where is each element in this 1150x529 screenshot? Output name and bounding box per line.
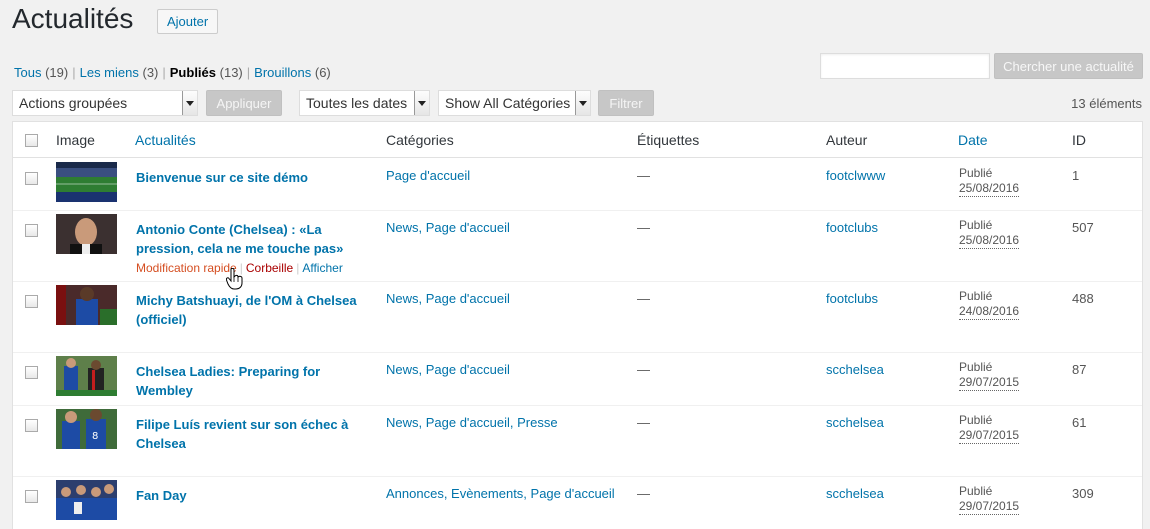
view-link[interactable]: Afficher	[302, 261, 342, 275]
date-cell: Publié 24/08/2016	[959, 289, 1020, 320]
column-date[interactable]: Date	[958, 132, 988, 148]
date-cell: Publié 29/07/2015	[959, 360, 1020, 391]
page-title: Actualités	[12, 3, 134, 34]
categories-select[interactable]: Show All Catégories	[438, 90, 591, 116]
categories-link[interactable]: Annonces, Evènements, Page d'accueil	[386, 486, 615, 501]
filter-all[interactable]: Tous (19)	[14, 65, 68, 80]
trash-link[interactable]: Corbeille	[246, 261, 293, 275]
categories-link[interactable]: News, Page d'accueil	[386, 291, 510, 306]
column-categories: Catégories	[386, 132, 454, 148]
author-link[interactable]: scchelsea	[826, 415, 884, 430]
categories-link[interactable]: Page d'accueil	[386, 168, 470, 183]
table-header: Image Actualités Catégories Étiquettes A…	[13, 122, 1142, 158]
hand-cursor-icon	[226, 268, 243, 290]
fan-day-thumbnail[interactable]	[56, 480, 117, 520]
news-table: Image Actualités Catégories Étiquettes A…	[12, 121, 1143, 529]
tags-value: —	[637, 220, 650, 235]
column-author: Auteur	[826, 132, 868, 148]
table-row: 8 Filipe Luís revient sur son échec à Ch…	[13, 406, 1142, 477]
news-title-link[interactable]: Filipe Luís revient sur son échec à Chel…	[136, 415, 376, 453]
author-link[interactable]: footclwww	[826, 168, 885, 183]
tags-value: —	[637, 486, 650, 501]
filter-drafts[interactable]: Brouillons (6)	[254, 65, 331, 80]
id-value: 507	[1072, 220, 1094, 235]
items-count: 13 éléments	[1071, 96, 1142, 111]
filipe-luis-thumbnail[interactable]: 8	[56, 409, 117, 449]
chevron-down-icon	[414, 91, 429, 115]
search-button[interactable]: Chercher une actualité	[994, 53, 1143, 79]
table-row: Fan Day Annonces, Evènements, Page d'acc…	[13, 477, 1142, 529]
apply-button[interactable]: Appliquer	[206, 90, 282, 116]
row-checkbox[interactable]	[25, 419, 38, 432]
filter-button[interactable]: Filtrer	[598, 90, 654, 116]
author-link[interactable]: scchelsea	[826, 486, 884, 501]
author-link[interactable]: footclubs	[826, 220, 878, 235]
tags-value: —	[637, 415, 650, 430]
column-tags: Étiquettes	[637, 132, 700, 148]
tags-value: —	[637, 362, 650, 377]
column-title[interactable]: Actualités	[135, 132, 196, 148]
stadium-thumbnail[interactable]	[56, 162, 117, 202]
table-row: Antonio Conte (Chelsea) : «La pression, …	[13, 211, 1142, 282]
id-value: 309	[1072, 486, 1094, 501]
news-title-link[interactable]: Fan Day	[136, 486, 376, 505]
column-image: Image	[56, 132, 95, 148]
id-value: 488	[1072, 291, 1094, 306]
add-news-button[interactable]: Ajouter	[157, 9, 219, 34]
row-checkbox[interactable]	[25, 224, 38, 237]
categories-link[interactable]: News, Page d'accueil	[386, 362, 510, 377]
chevron-down-icon	[182, 91, 197, 115]
chevron-down-icon	[575, 91, 590, 115]
date-cell: Publié 25/08/2016	[959, 218, 1020, 249]
news-title-link[interactable]: Michy Batshuayi, de l'OM à Chelsea (offi…	[136, 291, 376, 329]
svg-text:8: 8	[92, 431, 98, 442]
conte-thumbnail[interactable]	[56, 214, 117, 254]
id-value: 61	[1072, 415, 1087, 430]
id-value: 1	[1072, 168, 1080, 183]
categories-link[interactable]: News, Page d'accueil	[386, 220, 510, 235]
date-cell: Publié 29/07/2015	[959, 484, 1020, 515]
table-row: Michy Batshuayi, de l'OM à Chelsea (offi…	[13, 282, 1142, 353]
id-value: 87	[1072, 362, 1087, 377]
news-title-link[interactable]: Antonio Conte (Chelsea) : «La pression, …	[136, 220, 376, 258]
row-checkbox[interactable]	[25, 295, 38, 308]
search-input[interactable]	[820, 53, 990, 79]
author-link[interactable]: footclubs	[826, 291, 878, 306]
status-filters: Tous (19) | Les miens (3) | Publiés (13) | Bro…	[14, 65, 331, 80]
batshuayi-thumbnail[interactable]	[56, 285, 117, 325]
row-checkbox[interactable]	[25, 172, 38, 185]
date-cell: Publié 29/07/2015	[959, 413, 1020, 444]
categories-link[interactable]: News, Page d'accueil, Presse	[386, 415, 558, 430]
bulk-actions-select[interactable]: Actions groupées	[12, 90, 198, 116]
news-title-link[interactable]: Bienvenue sur ce site démo	[136, 168, 376, 187]
dates-select[interactable]: Toutes les dates	[299, 90, 430, 116]
table-row: Chelsea Ladies: Preparing for Wembley Ne…	[13, 353, 1142, 406]
tags-value: —	[637, 168, 650, 183]
news-title-link[interactable]: Chelsea Ladies: Preparing for Wembley	[136, 362, 376, 400]
column-id: ID	[1072, 132, 1086, 148]
select-all-checkbox[interactable]	[25, 134, 38, 147]
ladies-thumbnail[interactable]	[56, 356, 117, 396]
table-row: Bienvenue sur ce site démo Page d'accuei…	[13, 158, 1142, 211]
row-checkbox[interactable]	[25, 490, 38, 503]
row-checkbox[interactable]	[25, 366, 38, 379]
author-link[interactable]: scchelsea	[826, 362, 884, 377]
date-cell: Publié 25/08/2016	[959, 166, 1020, 197]
filter-published[interactable]: Publiés (13)	[170, 65, 243, 80]
tags-value: —	[637, 291, 650, 306]
filter-mine[interactable]: Les miens (3)	[80, 65, 159, 80]
quick-edit-link[interactable]: Modification rapide	[136, 261, 237, 275]
